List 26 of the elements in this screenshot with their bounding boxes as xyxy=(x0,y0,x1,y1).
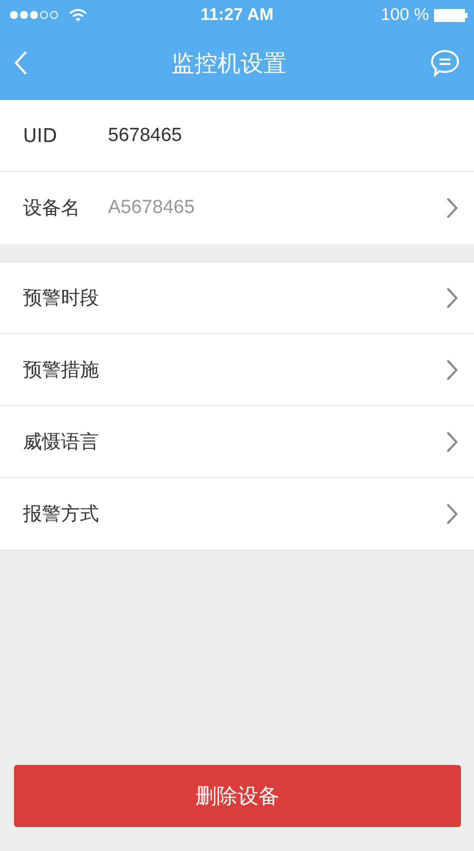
row-value: 5678465 xyxy=(108,124,183,146)
wifi-icon xyxy=(69,8,87,22)
page-title: 监控机设置 xyxy=(172,50,286,78)
chevron-icon xyxy=(446,197,458,219)
delete-device-button[interactable]: 删除设备 xyxy=(14,765,461,827)
settings-row[interactable]: 威慑语言 xyxy=(0,406,474,478)
row-value: A5678465 xyxy=(108,197,196,219)
row-label: 设备名 xyxy=(23,196,81,221)
status-time: 11:27 AM xyxy=(200,5,274,25)
chevron-icon xyxy=(446,358,458,380)
chevron-icon xyxy=(446,286,458,308)
row-label: 威慑语言 xyxy=(23,430,100,454)
row-label: 预警时段 xyxy=(23,286,100,310)
row-label: 预警措施 xyxy=(23,358,100,382)
row-label: UID xyxy=(23,124,58,146)
battery-percent: 100 % xyxy=(380,5,429,25)
settings-row[interactable]: 报警方式 xyxy=(0,478,474,550)
signal-icon xyxy=(9,10,61,20)
settings-row[interactable]: 预警时段 xyxy=(0,262,474,334)
device-name-row[interactable]: 设备名 A5678465 xyxy=(0,172,474,244)
battery-icon xyxy=(434,8,468,22)
settings-row[interactable]: 预警措施 xyxy=(0,334,474,406)
chevron-icon xyxy=(446,503,458,525)
row-label: 报警方式 xyxy=(23,502,100,527)
chevron-icon xyxy=(446,430,458,452)
message-button[interactable] xyxy=(428,47,462,79)
